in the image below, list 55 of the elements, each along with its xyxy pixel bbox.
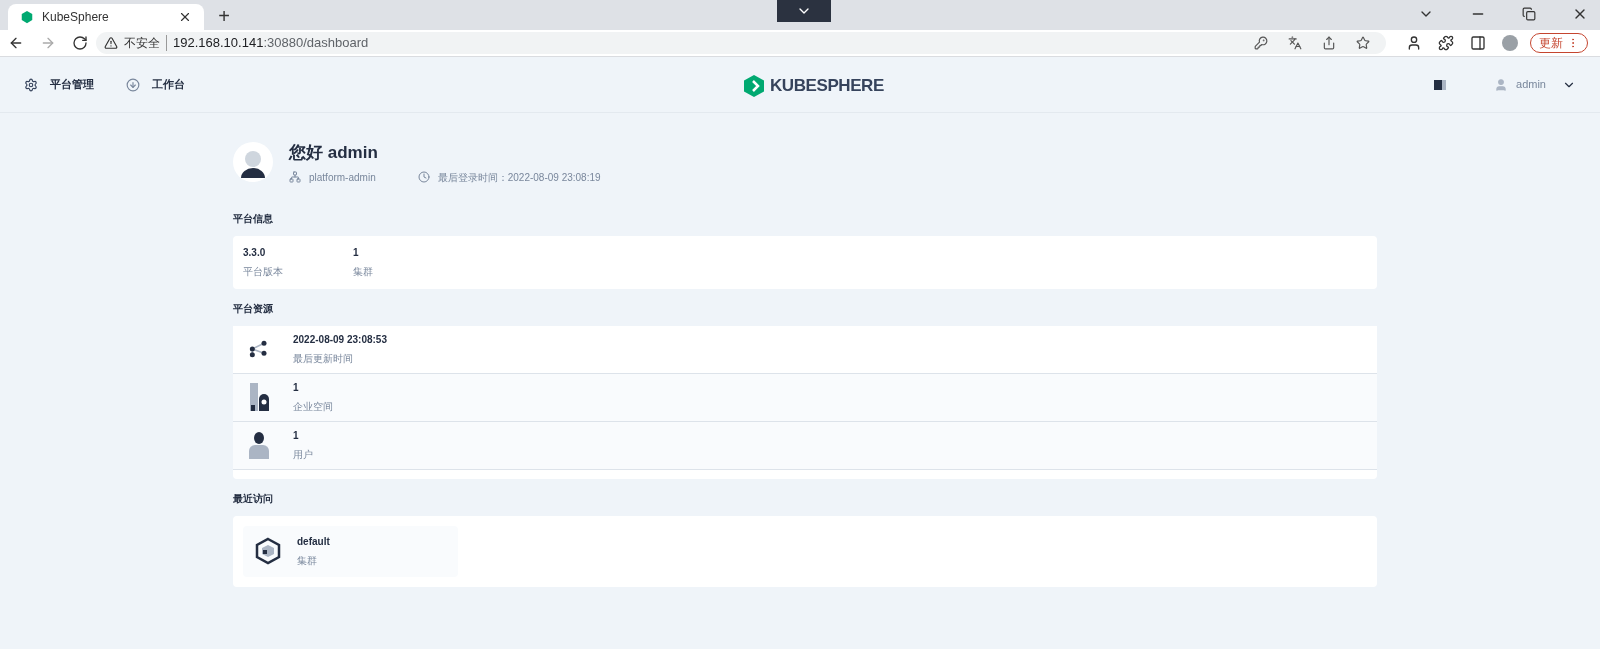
download-icon bbox=[126, 77, 140, 92]
clock-icon bbox=[417, 171, 430, 183]
section-heading: 最近访问 bbox=[233, 491, 274, 506]
resource-label: 最后更新时间 bbox=[293, 352, 354, 366]
back-icon[interactable] bbox=[8, 35, 24, 51]
close-icon[interactable] bbox=[178, 10, 192, 24]
share-nodes-icon bbox=[249, 339, 269, 359]
resource-value: 2022-08-09 23:08:53 bbox=[293, 333, 387, 347]
cube-icon bbox=[255, 537, 281, 565]
recent-type: 集群 bbox=[297, 554, 318, 568]
key-icon[interactable] bbox=[1254, 36, 1268, 50]
recent-item[interactable]: default 集群 bbox=[243, 525, 458, 577]
restore-icon[interactable] bbox=[1522, 7, 1536, 21]
profile-icon[interactable] bbox=[1406, 35, 1422, 51]
section-heading: 平台信息 bbox=[233, 211, 274, 226]
avatar-icon bbox=[233, 142, 273, 183]
resource-value: 1 bbox=[293, 429, 300, 443]
warning-icon bbox=[104, 36, 118, 50]
resource-value: 1 bbox=[293, 381, 300, 395]
tab-search-button[interactable] bbox=[777, 0, 831, 22]
recent-name: default bbox=[297, 535, 330, 549]
side-panel-icon[interactable] bbox=[1470, 35, 1486, 51]
last-login-text: 最后登录时间：2022-08-09 23:08:19 bbox=[437, 170, 601, 185]
info-label: 集群 bbox=[353, 265, 374, 279]
role-icon bbox=[289, 171, 301, 183]
star-icon[interactable] bbox=[1356, 36, 1370, 50]
nav-item[interactable]: 平台管理 bbox=[24, 76, 94, 93]
info-value: 3.3.0 bbox=[243, 246, 267, 260]
gear-icon bbox=[24, 77, 38, 92]
browser-tab[interactable]: KubeSphere bbox=[8, 4, 204, 30]
greeting-title: 您好 admin bbox=[289, 142, 379, 164]
puzzle-icon[interactable] bbox=[1438, 35, 1454, 51]
security-label: 不安全 bbox=[124, 35, 167, 51]
hexagon-logo-icon bbox=[744, 74, 764, 97]
section-heading: 平台资源 bbox=[233, 301, 274, 316]
translate-icon[interactable] bbox=[1288, 36, 1302, 50]
person-icon bbox=[249, 431, 269, 459]
info-value: 1 bbox=[353, 246, 360, 260]
address-bar[interactable]: 不安全 192.168.10.141:30880/dashboard bbox=[96, 32, 1386, 54]
reload-icon[interactable] bbox=[72, 35, 88, 51]
book-icon[interactable] bbox=[1434, 79, 1447, 90]
user-icon bbox=[1494, 77, 1509, 92]
role-text: platform-admin bbox=[309, 170, 376, 185]
info-label: 平台版本 bbox=[243, 265, 284, 279]
url-text: 192.168.10.141:30880/dashboard bbox=[173, 34, 369, 53]
resource-label: 用户 bbox=[293, 448, 313, 462]
resource-label: 企业空间 bbox=[293, 400, 333, 414]
avatar-icon[interactable] bbox=[1502, 35, 1518, 51]
tab-title: KubeSphere bbox=[42, 9, 110, 25]
new-tab-button[interactable]: + bbox=[212, 6, 236, 26]
share-icon[interactable] bbox=[1322, 36, 1336, 50]
hexagon-logo-icon bbox=[20, 10, 34, 24]
kubesphere-logo[interactable]: KUBESPHERE bbox=[744, 73, 884, 99]
nav-item[interactable]: 工作台 bbox=[126, 76, 185, 93]
building-icon bbox=[249, 383, 269, 411]
